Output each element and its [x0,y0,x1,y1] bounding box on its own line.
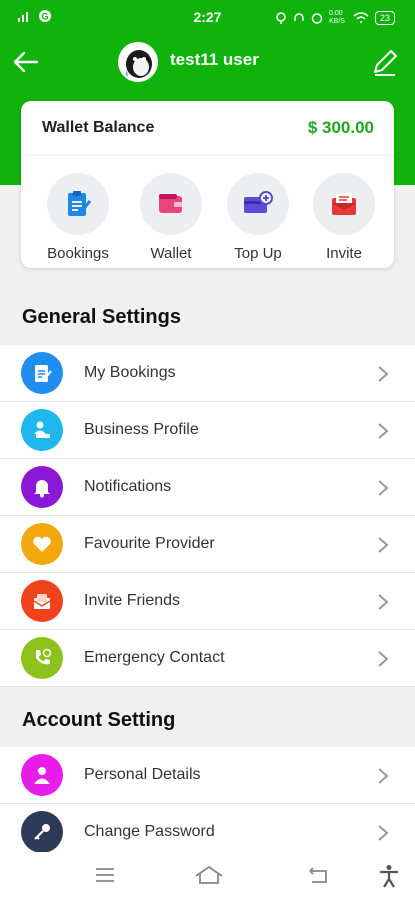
battery-indicator: 23 [374,11,395,25]
clipboard-icon [21,352,63,394]
wallet-card: Wallet Balance $ 300.00 Bookings Wallet [21,101,394,268]
menu-icon[interactable] [94,864,116,886]
settings-item-label: Business Profile [84,421,199,438]
edit-profile-button[interactable] [369,44,401,80]
wallet-balance-title: Wallet Balance [42,119,155,136]
settings-item-personal-details[interactable]: Personal Details [0,747,415,804]
chevron-right-icon [378,366,389,382]
quick-action-label: Wallet [150,245,192,262]
chevron-right-icon [378,651,389,667]
pencil-icon [374,50,397,76]
clipboard-icon [68,191,92,216]
settings-item-label: My Bookings [84,364,176,381]
account-setting-title: Account Setting [22,709,176,731]
back-nav-icon[interactable] [306,864,330,886]
person-icon [21,754,63,796]
wallet-balance-row[interactable]: Wallet Balance $ 300.00 [21,101,394,156]
quick-action-bookings[interactable]: Bookings [38,173,118,262]
settings-item-label: Notifications [84,478,172,495]
settings-item-favourite-provider[interactable]: Favourite Provider [0,516,415,573]
envelope-icon [21,580,63,622]
quick-action-label: Top Up [234,245,282,262]
app-header: test11 user [0,40,415,84]
business-icon [21,409,63,451]
settings-item-business-profile[interactable]: Business Profile [0,402,415,459]
system-nav-bar [0,852,415,900]
quick-action-wallet[interactable]: Wallet [131,173,211,262]
avatar-image [118,42,158,82]
account-setting-list: Personal Details Change Password [0,747,415,861]
quick-action-topup[interactable]: Top Up [218,173,298,262]
accessibility-icon[interactable] [378,864,400,888]
chevron-right-icon [378,594,389,610]
key-icon [21,811,63,853]
settings-item-invite-friends[interactable]: Invite Friends [0,573,415,630]
quick-action-label: Bookings [47,245,109,262]
back-button[interactable] [8,44,44,80]
quick-action-circle [313,173,375,235]
settings-item-label: Invite Friends [84,592,181,609]
bell-icon [21,466,63,508]
settings-item-label: Favourite Provider [84,535,215,552]
envelope-icon [332,193,356,215]
headphones-icon [294,13,304,21]
settings-item-my-bookings[interactable]: My Bookings [0,345,415,402]
chevron-right-icon [378,825,389,841]
alarm-icon [311,13,323,24]
settings-item-label: Change Password [84,823,215,840]
user-name: test11 user [170,50,259,69]
general-settings-title: General Settings [22,306,181,328]
chevron-right-icon [378,537,389,553]
network-speed: 0.00 KB/S [328,10,345,25]
settings-item-label: Personal Details [84,766,201,783]
wallet-icon [159,194,182,213]
status-right: 0.00 KB/S 23 [275,10,395,26]
topup-card-icon [244,191,273,213]
location-icon [276,12,286,24]
general-settings-list: My Bookings Business Profile Notificatio… [0,345,415,687]
phone-icon [21,637,63,679]
wallet-balance-amount: $ 300.00 [307,118,374,137]
status-bar: G 2:27 0.00 KB/S 23 [0,0,415,34]
home-icon[interactable] [194,864,224,886]
heart-icon [21,523,63,565]
chevron-right-icon [378,480,389,496]
settings-item-label: Emergency Contact [84,649,225,666]
quick-action-circle [47,173,109,235]
quick-action-label: Invite [326,245,362,262]
quick-action-circle [140,173,202,235]
wifi-icon [353,12,369,23]
settings-item-emergency-contact[interactable]: Emergency Contact [0,630,415,687]
arrow-left-icon [13,51,39,73]
chevron-right-icon [378,768,389,784]
chevron-right-icon [378,423,389,439]
avatar[interactable] [118,42,158,82]
quick-action-circle [227,173,289,235]
settings-item-notifications[interactable]: Notifications [0,459,415,516]
quick-action-invite[interactable]: Invite [304,173,384,262]
